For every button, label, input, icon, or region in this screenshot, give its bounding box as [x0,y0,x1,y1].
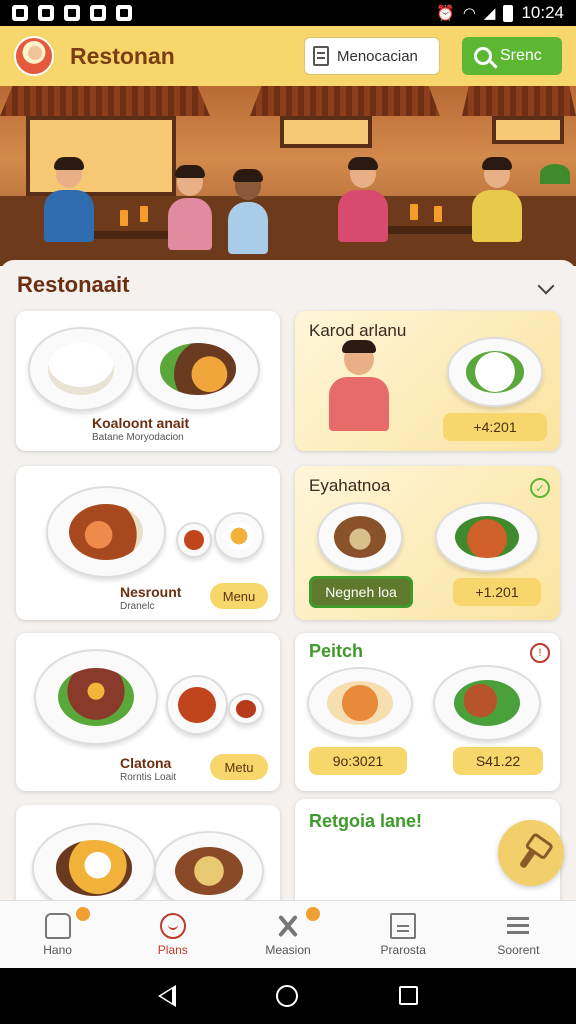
food-image [307,667,413,739]
food-image [228,693,264,725]
status-time: 10:24 [521,3,564,22]
food-image [435,502,539,572]
hero-illustration [0,86,576,266]
nav-label: Prarosta [380,942,426,957]
dish-card[interactable]: Nesrount Dranelc Menu [16,466,280,620]
chevron-down-icon[interactable] [537,277,555,295]
dish-name: Koaloont anait [92,415,190,431]
food-image [34,649,158,745]
food-image [214,512,264,560]
dish-subtitle: Rorntis Loait [120,772,177,783]
mode-button[interactable]: Menocacian [304,37,440,75]
featured-card[interactable]: Eyahatnoa ✓ Negneh loa +1.201 [295,466,560,620]
featured-card[interactable]: Karod arlanu +4:201 [295,311,560,451]
search-icon [474,47,492,65]
notification-badge [76,907,90,921]
nav-label: Plans [157,942,188,957]
notification-icon [12,5,28,21]
price-tag: 9o:3021 [309,747,407,775]
notification-icon [116,5,132,21]
dish-subtitle: Batane Moryodacion [92,432,184,443]
dish-subtitle: Dranelc [120,601,155,612]
food-image [28,327,134,411]
section-title: Restonaait [17,272,130,297]
notification-icon [38,5,54,21]
nav-item-measion[interactable]: Measion [230,901,345,968]
document-icon [313,46,329,66]
price-tag: +1.201 [453,578,541,606]
home-circle-icon[interactable] [276,985,298,1007]
alarm-icon: ⏰ [436,5,455,22]
list-icon [505,913,531,939]
signal-icon: ◢ [483,5,496,22]
price-tag: +4:201 [443,413,547,441]
food-image [46,486,166,578]
food-image [317,502,403,572]
search-button-label: Srenc [500,47,542,64]
order-button[interactable]: Negneh loa [309,576,413,608]
menu-button[interactable]: Metu [210,754,268,780]
card-title: Eyahatnoa [309,476,391,495]
dish-card[interactable]: Clatona Rorntis Loait Metu [16,633,280,791]
status-bar: ⏰ ◠ ◢ 10:24 [0,0,576,26]
home-icon [44,912,71,939]
card-title: Retgoia lane! [309,811,423,831]
menu-button[interactable]: Menu [210,583,268,609]
nav-label: Measion [265,942,311,957]
notification-badge [306,907,321,921]
mode-button-label: Menocacian [337,47,418,65]
food-image [447,337,543,407]
info-icon: ! [530,643,550,663]
dish-card[interactable]: Peitch ! 9o:3021 S41.22 [295,633,560,791]
recents-icon[interactable] [399,986,418,1005]
card-title: Karod arlanu [309,321,407,340]
nav-item-home[interactable]: Hano [0,901,115,968]
document-icon [390,912,417,939]
food-image [154,831,264,911]
nav-item-prarosta[interactable]: Prarosta [346,901,461,968]
app-title: Restonan [70,42,175,69]
dish-name: Nesrount [120,584,182,600]
dish-name: Clatona [120,755,172,771]
nav-item-plans[interactable]: Plans [115,901,230,968]
nav-label: Hano [43,942,72,957]
card-title: Peitch [309,641,364,661]
back-icon[interactable] [158,985,176,1007]
food-image [433,665,541,741]
leaf-icon: ✓ [530,478,550,498]
app-header: Restonan Menocacian Srenc [0,26,576,86]
logo-icon [14,36,54,76]
notification-icon [90,5,106,21]
search-button[interactable]: Srenc [462,37,562,75]
notification-icon [64,5,80,21]
utensil-icon [518,837,545,869]
battery-icon [503,4,514,22]
smile-icon [159,912,186,939]
nav-label: Soorent [497,942,540,957]
dish-card[interactable] [16,805,280,915]
nav-item-soorent[interactable]: Soorent [461,901,576,968]
dish-card[interactable]: Koaloont anait Batane Moryodacion [16,311,280,451]
food-image [166,675,228,735]
tools-icon [275,913,301,939]
wifi-icon: ◠ [462,5,476,22]
bottom-nav: Hano Plans Measion Prarosta Soorent [0,900,576,968]
tool-fab-button[interactable] [498,820,564,886]
food-image [176,522,212,558]
price-tag: S41.22 [453,747,543,775]
food-image [136,327,260,411]
